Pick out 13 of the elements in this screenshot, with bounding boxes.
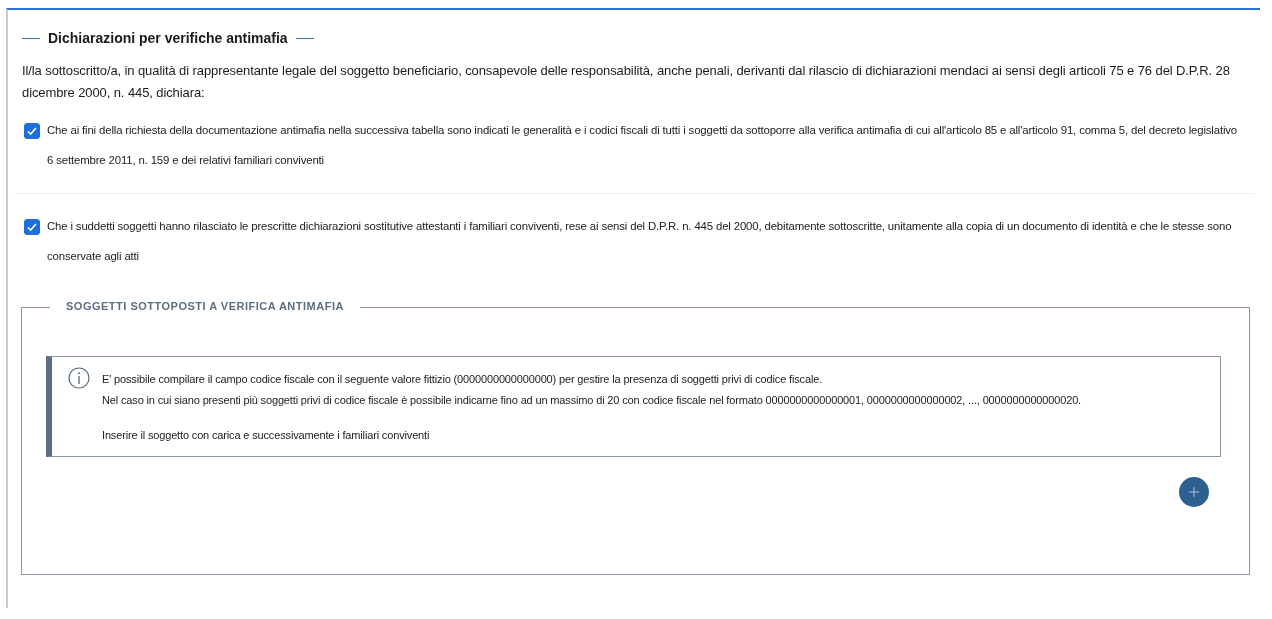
fieldset-legend: SOGGETTI SOTTOPOSTI A VERIFICA ANTIMAFIA — [50, 300, 360, 312]
info-text: Nel caso in cui siano presenti più soggetti privi di codice fiscale è possibile indicarne fino ad un massimo di 20 con codice fiscale nel formato 0000000000000001, 0000000000000002, ..., 0000000000000020. — [102, 393, 1082, 408]
checkbox[interactable] — [24, 123, 40, 139]
checkbox-label: Che ai fini della richiesta della documentazione antimafia nella successiva tabella sono indicati le generalità e i codici fiscali di tutti i soggetti da sottoporre alla verifica antimafia di cui all'articolo 85 e all'articolo 91, comma 5, del decreto legislativo 6 settembre 2011, n. 159 e dei relativi familiari conviventi — [47, 123, 1239, 168]
info-icon — [68, 367, 90, 389]
intro-text: Il/la sottoscritto/a, in qualità di rappresentante legale del soggetto beneficiario, consapevole delle responsabilità, anche penali, derivanti dal rilascio di dichiarazioni mendaci ai sensi degli articoli 75 e 76 del D.P.R. 28 dicembre 2000, n. 445, dichiara: — [22, 62, 1231, 102]
section-title: Dichiarazioni per verifiche antimafia — [48, 30, 288, 46]
checkbox-label: Che i suddetti soggetti hanno rilasciato le prescritte dichiarazioni sostitutive attestanti i familiari conviventi, rese ai sensi del D.P.R. n. 445 del 2000, debitamente sottoscritte, unitamente alla copia di un documento di identità e che le stesse sono conservate agli atti — [47, 219, 1233, 264]
plus-icon — [1189, 487, 1199, 497]
info-text: E' possibile compilare il campo codice fiscale con il seguente valore fittizio (0000000000000000) per gestire la presenza di soggetti privi di codice fiscale. — [102, 372, 824, 387]
info-text: Inserire il soggetto con carica e successivamente i familiari conviventi — [102, 428, 431, 443]
checkbox[interactable] — [24, 219, 40, 235]
add-button[interactable] — [1179, 477, 1209, 507]
